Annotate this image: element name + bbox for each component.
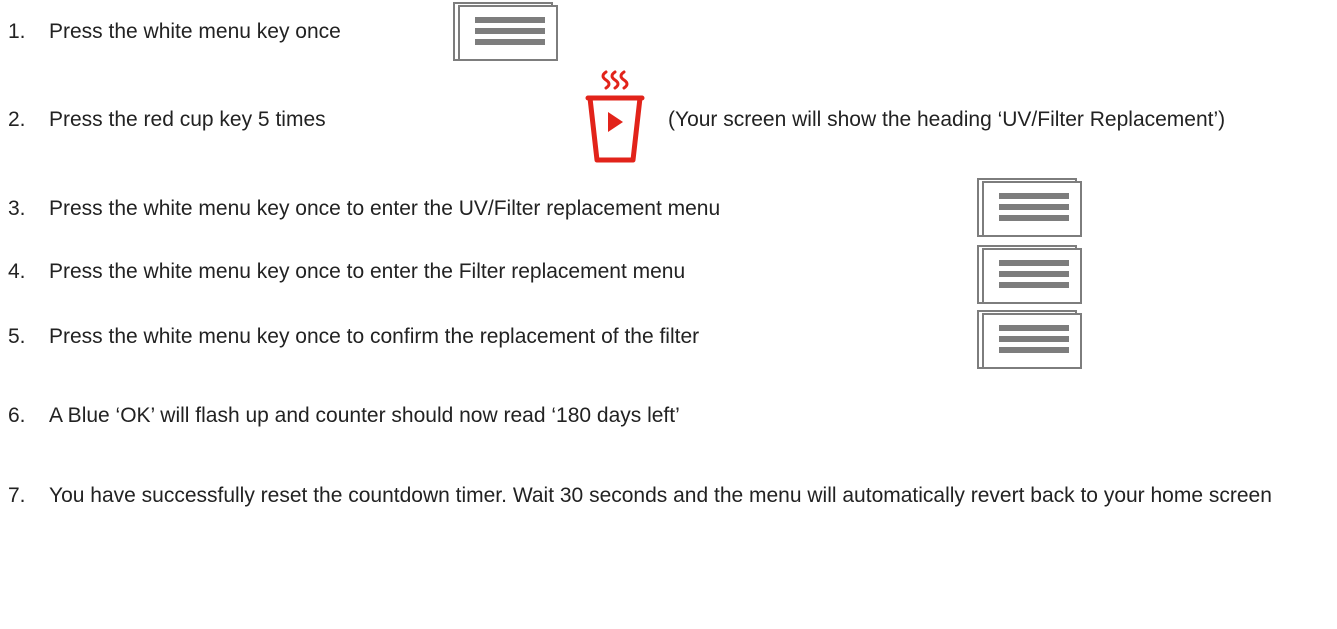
step-number: 3. (8, 197, 26, 220)
step-number: 2. (8, 108, 26, 131)
menu-key-icon (453, 2, 573, 62)
menu-key-icon (977, 245, 1097, 305)
step-number: 7. (8, 484, 26, 507)
red-cup-key-icon (584, 68, 646, 164)
step-4: 4. Press the white menu key once to enter… (8, 258, 685, 286)
step-7: 7. You have successfully reset the countd… (8, 482, 1328, 510)
step-3: 3. Press the white menu key once to enter… (8, 195, 720, 223)
step-text: A Blue ‘OK’ will flash up and counter sh… (49, 404, 680, 427)
menu-key-icon (977, 310, 1097, 370)
step-number: 1. (8, 20, 26, 43)
step-text: Press the red cup key 5 times (49, 108, 326, 131)
step-2: 2. Press the red cup key 5 times (8, 106, 326, 134)
step-number: 5. (8, 325, 26, 348)
step-text: Press the white menu key once (49, 20, 341, 43)
menu-key-icon (977, 178, 1097, 238)
step-2-note: (Your screen will show the heading ‘UV/F… (668, 108, 1226, 131)
step-text: Press the white menu key once to enter t… (49, 260, 686, 283)
step-text: You have successfully reset the countdow… (49, 484, 1272, 507)
step-6: 6. A Blue ‘OK’ will flash up and counter … (8, 402, 680, 430)
step-text: Press the white menu key once to enter t… (49, 197, 721, 220)
step-number: 6. (8, 404, 26, 427)
step-5: 5. Press the white menu key once to confi… (8, 323, 699, 351)
step-text: Press the white menu key once to confirm… (49, 325, 700, 348)
step-number: 4. (8, 260, 26, 283)
step-1: 1. Press the white menu key once (8, 18, 341, 46)
